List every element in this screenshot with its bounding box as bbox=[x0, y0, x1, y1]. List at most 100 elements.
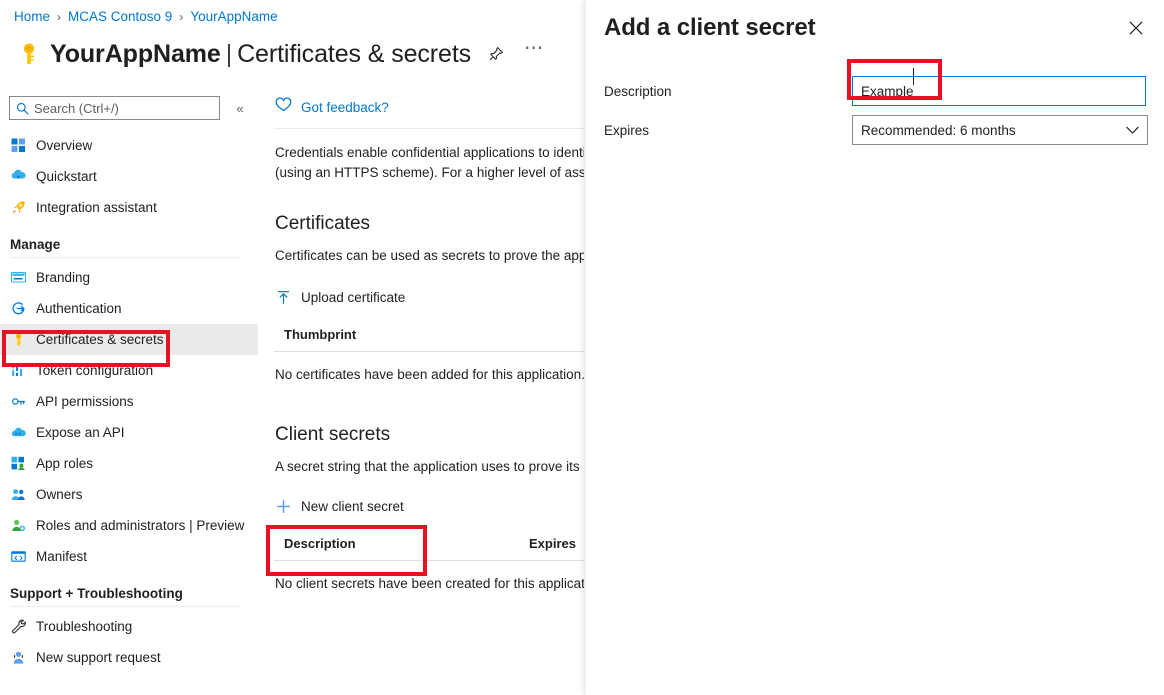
upload-icon bbox=[275, 289, 291, 305]
breadcrumb-separator: › bbox=[179, 10, 184, 24]
key-icon bbox=[12, 37, 46, 71]
collapse-sidebar-icon[interactable]: « bbox=[229, 97, 251, 119]
sidebar-item-quickstart[interactable]: Quickstart bbox=[0, 161, 258, 192]
page-title-section: Certificates & secrets bbox=[237, 39, 472, 68]
panel-header: Add a client secret bbox=[586, 0, 1164, 44]
sidebar-item-label: Expose an API bbox=[36, 425, 125, 440]
expires-select-wrap: Recommended: 6 months bbox=[852, 115, 1148, 145]
sidebar-item-label: Branding bbox=[36, 270, 91, 285]
got-feedback-button[interactable]: Got feedback? bbox=[258, 92, 389, 122]
column-header-description[interactable]: Description bbox=[284, 536, 529, 551]
sidebar-item-label: Troubleshooting bbox=[36, 619, 133, 634]
certificates-empty-message: No certificates have been added for this… bbox=[275, 367, 584, 382]
page-header: YourAppName | Certificates & secrets ⋯ bbox=[12, 34, 547, 74]
key-icon bbox=[10, 332, 26, 348]
description-label: Description bbox=[604, 83, 672, 99]
roles-admin-icon bbox=[10, 518, 26, 534]
expires-label: Expires bbox=[604, 122, 650, 138]
sidebar-item-api-permissions[interactable]: API permissions bbox=[0, 386, 258, 417]
sidebar-item-integration-assistant[interactable]: Integration assistant bbox=[0, 192, 258, 223]
certificates-description: Certificates can be used as secrets to p… bbox=[275, 248, 584, 263]
sidebar-group-title-support: Support + Troubleshooting bbox=[10, 586, 183, 601]
owners-icon bbox=[10, 487, 26, 503]
breadcrumb-item-tenant[interactable]: MCAS Contoso 9 bbox=[68, 8, 172, 26]
sidebar-item-label: Overview bbox=[36, 138, 93, 153]
search-input[interactable] bbox=[34, 100, 210, 116]
sidebar-group-divider bbox=[10, 257, 240, 258]
sidebar-group-divider bbox=[10, 606, 240, 607]
search-box[interactable] bbox=[9, 96, 220, 120]
breadcrumb-item-home[interactable]: Home bbox=[14, 8, 50, 26]
authentication-icon bbox=[10, 301, 26, 317]
client-secrets-description: A secret string that the application use… bbox=[275, 459, 584, 474]
credentials-intro-text: Credentials enable confidential applicat… bbox=[275, 145, 584, 180]
sidebar-item-expose-an-api[interactable]: Expose an API bbox=[0, 417, 258, 448]
wrench-icon bbox=[10, 619, 26, 635]
pin-icon[interactable] bbox=[483, 41, 509, 67]
certificates-table-header: Thumbprint bbox=[258, 321, 584, 347]
breadcrumb: Home › MCAS Contoso 9 › YourAppName bbox=[14, 8, 278, 26]
client-secrets-table-header: Description Expires bbox=[258, 530, 584, 556]
quickstart-icon bbox=[10, 169, 26, 185]
sidebar-item-certificates-and-secrets[interactable]: Certificates & secrets bbox=[0, 324, 258, 355]
expires-dropdown[interactable]: Recommended: 6 months bbox=[852, 115, 1148, 145]
support-agent-icon bbox=[10, 650, 26, 666]
sidebar-item-manifest[interactable]: Manifest bbox=[0, 541, 258, 572]
sidebar-item-label: Quickstart bbox=[36, 169, 97, 184]
sidebar-item-new-support-request[interactable]: New support request bbox=[0, 642, 258, 673]
sidebar: « Overview bbox=[0, 92, 258, 695]
sidebar-item-label: Token configuration bbox=[36, 363, 154, 378]
new-client-secret-label: New client secret bbox=[301, 498, 404, 514]
search-icon bbox=[10, 102, 34, 115]
column-header-expires[interactable]: Expires bbox=[529, 536, 576, 551]
description-input[interactable] bbox=[852, 76, 1146, 106]
certificates-heading: Certificates bbox=[275, 213, 371, 234]
token-icon bbox=[10, 363, 26, 379]
breadcrumb-separator: › bbox=[57, 10, 62, 24]
sidebar-item-app-roles[interactable]: App roles bbox=[0, 448, 258, 479]
branding-icon bbox=[10, 270, 26, 286]
chevron-down-icon bbox=[1126, 126, 1139, 135]
description-field-row: Description bbox=[586, 75, 1164, 107]
main-content: Got feedback? Credentials enable confide… bbox=[258, 92, 584, 695]
sidebar-item-label: Owners bbox=[36, 487, 83, 502]
sidebar-item-roles-and-administrators[interactable]: Roles and administrators | Preview bbox=[0, 510, 258, 541]
breadcrumb-item-app[interactable]: YourAppName bbox=[190, 8, 277, 26]
heart-icon bbox=[275, 97, 292, 117]
sidebar-item-label: Authentication bbox=[36, 301, 122, 316]
sidebar-item-owners[interactable]: Owners bbox=[0, 479, 258, 510]
column-header-thumbprint[interactable]: Thumbprint bbox=[284, 327, 356, 342]
upload-certificate-label: Upload certificate bbox=[301, 289, 406, 305]
sidebar-item-overview[interactable]: Overview bbox=[0, 130, 258, 161]
page-title-app: YourAppName bbox=[50, 39, 221, 68]
page-title-divider: | bbox=[225, 39, 233, 68]
sidebar-item-label: API permissions bbox=[36, 394, 134, 409]
azure-portal-page: Home › MCAS Contoso 9 › YourAppName Your… bbox=[0, 0, 1164, 695]
overview-icon bbox=[10, 138, 26, 154]
sidebar-item-branding[interactable]: Branding bbox=[0, 262, 258, 293]
upload-certificate-button[interactable]: Upload certificate bbox=[275, 283, 413, 311]
got-feedback-label: Got feedback? bbox=[301, 99, 389, 115]
expires-field-row: Expires Recommended: 6 months bbox=[586, 114, 1164, 146]
sidebar-item-label: New support request bbox=[36, 650, 161, 665]
new-client-secret-button[interactable]: New client secret bbox=[275, 492, 412, 520]
plus-icon bbox=[275, 498, 291, 514]
sidebar-item-label: App roles bbox=[36, 456, 94, 471]
sidebar-item-label: Roles and administrators | Preview bbox=[36, 518, 245, 533]
expires-selected-value: Recommended: 6 months bbox=[861, 122, 1016, 138]
sidebar-search-row: « bbox=[0, 92, 258, 120]
manifest-icon bbox=[10, 549, 26, 565]
sidebar-item-authentication[interactable]: Authentication bbox=[0, 293, 258, 324]
sidebar-item-troubleshooting[interactable]: Troubleshooting bbox=[0, 611, 258, 642]
panel-title: Add a client secret bbox=[604, 14, 816, 41]
api-permissions-icon bbox=[10, 394, 26, 410]
add-client-secret-panel: Add a client secret Description Expires … bbox=[585, 0, 1164, 695]
client-secrets-heading: Client secrets bbox=[275, 424, 391, 445]
sidebar-item-label: Integration assistant bbox=[36, 200, 157, 215]
expose-api-icon bbox=[10, 425, 26, 441]
sidebar-group-title-manage: Manage bbox=[10, 237, 61, 252]
close-icon[interactable] bbox=[1122, 14, 1150, 42]
sidebar-item-token-configuration[interactable]: Token configuration bbox=[0, 355, 258, 386]
more-options-icon[interactable]: ⋯ bbox=[521, 36, 547, 72]
sidebar-item-label: Certificates & secrets bbox=[36, 332, 164, 347]
